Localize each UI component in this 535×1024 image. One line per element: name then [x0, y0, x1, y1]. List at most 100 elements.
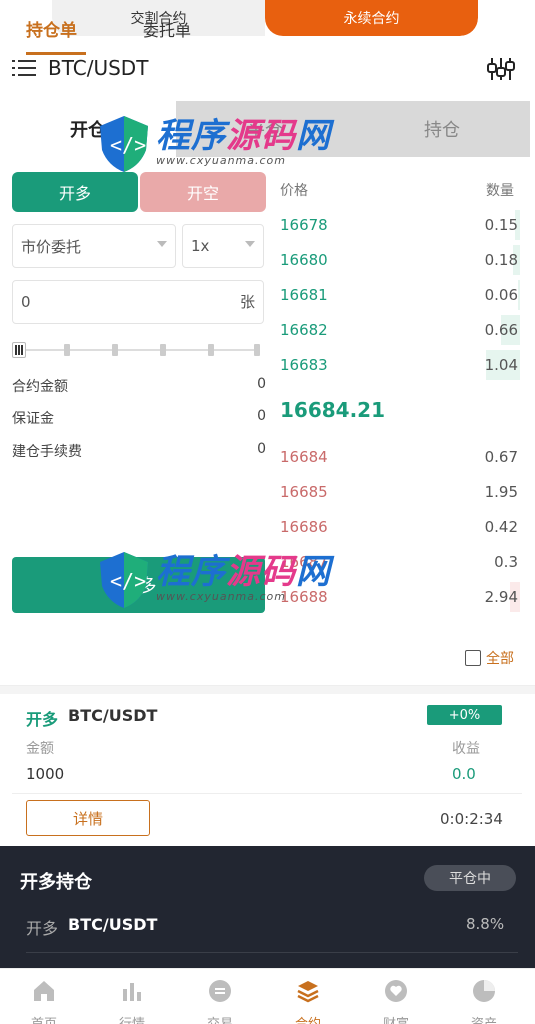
- position-timer: 0:0:2:34: [440, 810, 503, 828]
- quantity: 1.95: [484, 483, 518, 501]
- quantity: 0.66: [484, 321, 518, 339]
- popup-status-pill[interactable]: 平仓中: [424, 865, 516, 891]
- position-pair: BTC/USDT: [68, 706, 158, 725]
- price: 16681: [280, 286, 328, 304]
- nav-label: 财富: [352, 1013, 440, 1024]
- slider-tick[interactable]: [160, 344, 166, 356]
- active-tab-underline: [26, 52, 86, 55]
- pnl-value: 0.0: [452, 765, 476, 783]
- tab-positions[interactable]: 持仓单: [26, 16, 77, 41]
- depth-bar: [518, 280, 520, 310]
- perpetual-contract-tab[interactable]: 永续合约: [265, 0, 478, 36]
- bid-row[interactable]: 16678 0.15: [278, 208, 520, 242]
- ask-row[interactable]: 16685 1.95: [278, 475, 520, 509]
- pair-title[interactable]: BTC/USDT: [48, 56, 148, 80]
- bottom-nav: 首页 行情 交易 合约 财富 资产: [0, 968, 535, 1024]
- heart-icon: [385, 980, 407, 1002]
- slider-tick[interactable]: [112, 344, 118, 356]
- all-link[interactable]: 全部: [486, 648, 514, 668]
- tab-orders[interactable]: 委托单: [143, 17, 191, 41]
- last-price: 16684.21: [280, 398, 386, 422]
- chevron-down-icon: [245, 241, 255, 247]
- nav-label: 交易: [176, 1013, 264, 1024]
- quantity: 2.94: [484, 588, 518, 606]
- long-button[interactable]: 开多: [12, 172, 138, 212]
- nav-label: 资产: [440, 1013, 528, 1024]
- info-value: 0: [257, 408, 266, 424]
- watermark-name: 程序源码网: [156, 551, 331, 592]
- chart-settings-icon[interactable]: [487, 56, 515, 82]
- nav-home[interactable]: 首页: [0, 969, 88, 1024]
- popup-pair: BTC/USDT: [68, 915, 158, 934]
- info-value: 0: [257, 376, 266, 392]
- leverage-select[interactable]: 1x: [182, 224, 264, 268]
- price: 16686: [280, 518, 328, 536]
- position-side: 开多: [26, 710, 59, 729]
- watermark-name: 程序源码网: [156, 115, 331, 156]
- ask-row[interactable]: 16684 0.67: [278, 440, 520, 474]
- info-label: 建仓手续费: [12, 444, 82, 460]
- quantity: 0.42: [484, 518, 518, 536]
- popup-title: 开多持仓: [20, 872, 92, 893]
- nav-market[interactable]: 行情: [88, 969, 176, 1024]
- quantity: 0.15: [484, 216, 518, 234]
- quantity: 1.04: [484, 356, 518, 374]
- pie-chart-icon: [473, 980, 495, 1002]
- watermark-logo-icon: </>: [100, 116, 148, 172]
- margin-row: 保证金 0: [12, 408, 266, 432]
- quantity-slider[interactable]: [12, 340, 264, 360]
- popup-divider: [26, 952, 518, 953]
- layers-icon: [297, 981, 319, 1003]
- amount-label: 金额: [26, 741, 54, 757]
- nav-wealth[interactable]: 财富: [352, 969, 440, 1024]
- bid-row[interactable]: 16681 0.06: [278, 278, 520, 312]
- nav-label: 行情: [88, 1013, 176, 1024]
- price: 16682: [280, 321, 328, 339]
- quantity: 0.67: [484, 448, 518, 466]
- ask-row[interactable]: 16686 0.42: [278, 510, 520, 544]
- price: 16684: [280, 448, 328, 466]
- tab-hold[interactable]: 持仓: [354, 101, 530, 157]
- nav-assets[interactable]: 资产: [440, 969, 528, 1024]
- slider-tick[interactable]: [208, 344, 214, 356]
- quantity-input[interactable]: 0 张: [12, 280, 264, 324]
- info-value: 0: [257, 441, 266, 457]
- contract-amount-row: 合约金额 0: [12, 376, 266, 400]
- menu-icon[interactable]: [12, 58, 36, 78]
- quantity: 0.18: [484, 251, 518, 269]
- list-icon[interactable]: [465, 650, 481, 666]
- watermark: </> 程序源码网 www.cxyuanma.com: [96, 110, 331, 174]
- leverage-value: 1x: [191, 237, 210, 255]
- bid-row[interactable]: 16680 0.18: [278, 243, 520, 277]
- info-label: 保证金: [12, 411, 54, 427]
- short-button[interactable]: 开空: [140, 172, 266, 212]
- bid-row[interactable]: 16683 1.04: [278, 348, 520, 382]
- quantity-unit: 张: [239, 293, 255, 311]
- popup-percent: 8.8%: [466, 915, 505, 933]
- nav-trade[interactable]: 交易: [176, 969, 264, 1024]
- order-type-select[interactable]: 市价委托: [12, 224, 176, 268]
- info-label: 合约金额: [12, 379, 68, 395]
- popup-side: 开多: [26, 919, 59, 938]
- bid-row[interactable]: 16682 0.66: [278, 313, 520, 347]
- svg-text:</>: </>: [110, 133, 146, 157]
- price: 16685: [280, 483, 328, 501]
- section-divider: [0, 686, 535, 694]
- watermark-logo-icon: </>: [100, 552, 148, 608]
- svg-text:</>: </>: [110, 569, 146, 593]
- slider-tick[interactable]: [64, 344, 70, 356]
- positions-tabs: [0, 630, 535, 686]
- fee-row: 建仓手续费 0: [12, 441, 266, 465]
- quantity: 0.3: [494, 553, 518, 571]
- slider-handle[interactable]: [12, 342, 26, 358]
- home-icon: [34, 981, 54, 1001]
- slider-track: [18, 349, 260, 351]
- slider-tick[interactable]: [254, 344, 260, 356]
- nav-label: 首页: [0, 1013, 88, 1024]
- pnl-badge: +0%: [427, 705, 502, 725]
- contract-type-switch: 交割合约 永续合约: [52, 0, 478, 36]
- watermark: </> 程序源码网 www.cxyuanma.com: [96, 546, 331, 610]
- detail-button[interactable]: 详情: [26, 800, 150, 836]
- exchange-icon: [209, 980, 231, 1002]
- nav-contract[interactable]: 合约: [264, 969, 352, 1024]
